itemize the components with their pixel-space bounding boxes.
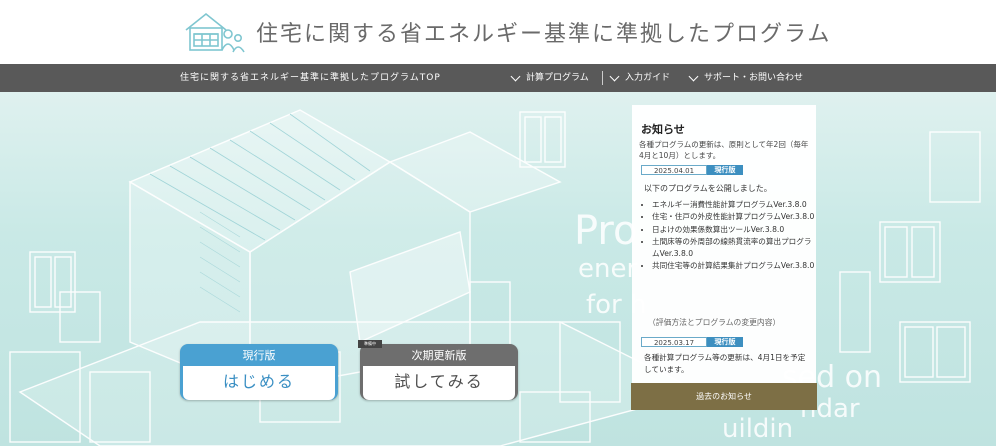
notice-message: 各種計算プログラム等の更新は、4月1日を予定しています。 <box>644 353 806 374</box>
site-header: 住宅に関する省エネルギー基準に準拠したプログラム <box>0 0 996 64</box>
list-item[interactable]: 日よけの効果係数算出ツールVer.3.8.0 <box>652 224 818 235</box>
chevron-down-icon <box>688 71 699 81</box>
nav-menu-label: サポート・お問い合わせ <box>704 73 804 83</box>
nav-menu-support[interactable]: サポート・お問い合わせ <box>688 64 804 92</box>
global-nav: 住宅に関する省エネルギー基準に準拠したプログラムTOP 計算プログラム 入力ガイ… <box>0 64 996 92</box>
list-item[interactable]: 土間床等の外周部の線熱貫流率の算出プログラムVer.3.8.0 <box>652 236 818 259</box>
nav-menu-label: 計算プログラム <box>526 73 589 83</box>
notice-list: エネルギー消費性能計算プログラムVer.3.8.0 住宅・住戸の外皮性能計算プロ… <box>642 199 818 272</box>
notice-intro: 以下のプログラムを公開しました。 <box>644 184 772 193</box>
notice-tag: 現行版 <box>707 337 743 347</box>
page-title: 住宅に関する省エネルギー基準に準拠したプログラム <box>256 22 832 47</box>
site-logo[interactable]: 住宅に関する省エネルギー基準に準拠したプログラム <box>184 10 831 54</box>
watermark-text: uildin <box>722 414 794 444</box>
list-item[interactable]: 住宅・住戸の外皮性能計算プログラムVer.3.8.0 <box>652 211 818 222</box>
past-notices-button[interactable]: 過去のお知らせ <box>631 383 817 410</box>
nav-divider <box>602 71 603 85</box>
chevron-down-icon <box>609 71 620 81</box>
notice-body: 以下のプログラムを公開しました。 エネルギー消費性能計算プログラムVer.3.8… <box>632 105 816 410</box>
nav-top-link[interactable]: 住宅に関する省エネルギー基準に準拠したプログラムTOP <box>180 64 441 92</box>
list-item[interactable]: エネルギー消費性能計算プログラムVer.3.8.0 <box>652 199 818 210</box>
notice-method-link[interactable]: （評価方法とプログラムの変更内容） <box>648 317 780 328</box>
chevron-down-icon <box>510 71 521 81</box>
nav-menu-guide[interactable]: 入力ガイド <box>609 64 671 92</box>
button-bottom-label: 試してみる <box>363 366 515 400</box>
list-item[interactable]: 共同住宅等の計算結果集計プログラムVer.3.8.0 <box>652 260 818 271</box>
house-people-icon <box>185 12 245 53</box>
notice-date: 2025.03.17 <box>641 337 707 347</box>
watermark-text: Pro <box>574 208 638 254</box>
status-badge: 準備中 <box>358 340 382 348</box>
watermark-text: ener <box>578 254 638 284</box>
next-version-try-button[interactable]: 次期更新版 試してみる <box>360 344 518 400</box>
button-top-label: 現行版 <box>242 349 276 362</box>
current-version-start-button[interactable]: 現行版 はじめる <box>180 344 338 400</box>
button-bottom-label: はじめる <box>183 366 335 400</box>
button-top-label: 次期更新版 <box>411 349 467 362</box>
notice-date-row: 2025.03.17 現行版 <box>641 337 743 347</box>
nav-menu-label: 入力ガイド <box>625 73 671 83</box>
nav-menu-programs[interactable]: 計算プログラム <box>510 64 589 92</box>
